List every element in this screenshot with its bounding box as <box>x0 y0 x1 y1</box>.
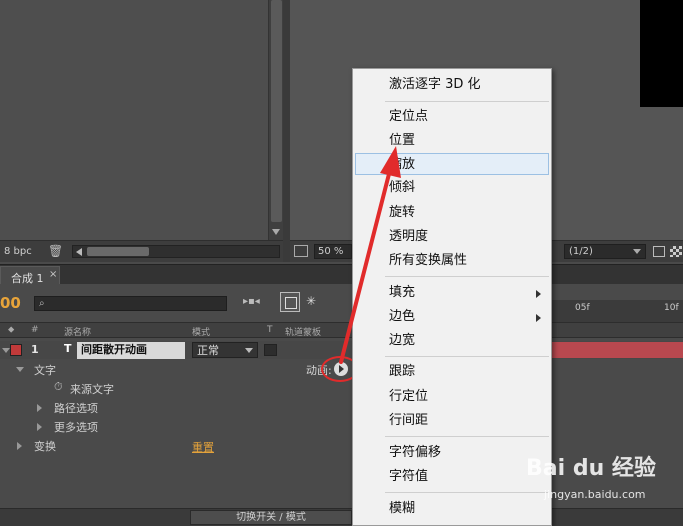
layer-search-input[interactable]: ⌕ <box>34 296 227 311</box>
time-ruler[interactable]: 05f 10f <box>548 300 683 322</box>
shy-layers-icon[interactable]: ✳ <box>306 294 316 308</box>
menu-item-rotation[interactable]: 旋转 <box>353 202 551 224</box>
project-horizontal-scrollbar[interactable] <box>72 245 280 258</box>
region-of-interest-icon[interactable] <box>294 245 308 257</box>
watermark-url: jingyan.baidu.com <box>544 488 646 501</box>
submenu-arrow-icon <box>536 314 541 322</box>
property-text[interactable]: 文字 <box>34 362 56 378</box>
chevron-down-icon <box>245 348 253 353</box>
fast-preview-icon[interactable] <box>653 246 665 257</box>
expand-text-icon[interactable] <box>16 367 24 372</box>
animate-context-menu: 激活逐字 3D 化 定位点 位置 缩放 倾斜 旋转 透明度 所有变换属性 填充 … <box>352 68 552 526</box>
scrollbar-thumb[interactable] <box>87 247 149 256</box>
menu-item-character-offset[interactable]: 字符偏移 <box>353 442 551 464</box>
toggle-switches-modes-button[interactable]: 切换开关 / 模式 <box>190 510 352 525</box>
menu-item-label: 边色 <box>389 309 416 324</box>
menu-separator <box>385 276 549 277</box>
menu-item-character-value[interactable]: 字符值 <box>353 466 551 488</box>
transparency-grid-icon[interactable] <box>670 246 682 257</box>
menu-item-tracking[interactable]: 跟踪 <box>353 361 551 383</box>
timeline-tab-bar: 合成 1 × <box>0 264 683 285</box>
scrollbar-thumb[interactable] <box>271 0 282 222</box>
chevron-down-icon <box>633 249 641 254</box>
menu-item-skew[interactable]: 倾斜 <box>353 177 551 199</box>
blend-mode-dropdown[interactable]: 正常 <box>192 342 258 358</box>
layer-label-color[interactable] <box>10 344 22 356</box>
menu-item-enable-3d[interactable]: 激活逐字 3D 化 <box>353 74 551 96</box>
submenu-arrow-icon <box>536 290 541 298</box>
menu-item-all-transform[interactable]: 所有变换属性 <box>353 250 551 272</box>
expand-transform-icon[interactable] <box>17 442 22 450</box>
property-path-options[interactable]: 路径选项 <box>54 400 98 416</box>
trash-icon[interactable]: 🗑 <box>48 244 63 258</box>
expand-path-options-icon[interactable] <box>37 404 42 412</box>
reset-link[interactable]: 重置 <box>192 439 214 455</box>
track-matte-toggle[interactable] <box>264 344 277 356</box>
layer-duration-bar[interactable] <box>548 342 683 358</box>
column-hash[interactable]: # <box>31 325 39 335</box>
menu-item-anchor-point[interactable]: 定位点 <box>353 106 551 128</box>
property-more-options[interactable]: 更多选项 <box>54 419 98 435</box>
menu-item-stroke-width[interactable]: 边宽 <box>353 330 551 352</box>
baidu-watermark: Bai du 经验 jingyan.baidu.com <box>526 450 676 506</box>
menu-item-blur[interactable]: 模糊 <box>353 498 551 520</box>
project-vertical-scrollbar[interactable] <box>268 0 283 240</box>
search-icon: ⌕ <box>39 298 45 309</box>
composition-canvas <box>640 0 683 107</box>
layer-name[interactable]: 间距散开动画 <box>77 342 185 359</box>
ruler-tick: 10f <box>664 303 679 313</box>
label-column-icon[interactable]: ⬥ <box>8 325 14 335</box>
stopwatch-icon[interactable]: ⏱ <box>54 380 63 394</box>
menu-separator <box>385 101 549 102</box>
expand-more-options-icon[interactable] <box>37 423 42 431</box>
layer-number: 1 <box>31 343 39 356</box>
menu-item-fill[interactable]: 填充 <box>353 282 551 304</box>
resolution-dropdown[interactable]: (1/2) <box>564 244 646 259</box>
project-panel <box>0 0 268 240</box>
resolution-value: (1/2) <box>569 246 593 257</box>
column-t[interactable]: T <box>267 325 273 335</box>
close-icon[interactable]: × <box>49 269 57 280</box>
menu-item-line-spacing[interactable]: 行间距 <box>353 410 551 432</box>
text-layer-icon: T <box>64 342 72 355</box>
column-source-name[interactable]: 源名称 <box>64 325 91 338</box>
blend-mode-value: 正常 <box>197 344 219 357</box>
panel-divider[interactable] <box>283 0 290 262</box>
watermark-logo-text: Bai du 经验 <box>526 456 656 481</box>
menu-item-stroke-color[interactable]: 边色 <box>353 306 551 328</box>
property-source-text[interactable]: 来源文字 <box>70 381 114 397</box>
property-transform[interactable]: 变换 <box>34 438 56 454</box>
tab-composition-1[interactable]: 合成 1 × <box>0 266 60 285</box>
menu-item-scale[interactable]: 缩放 <box>355 153 549 175</box>
draft-3d-icon[interactable] <box>280 292 300 312</box>
menu-item-line-anchor[interactable]: 行定位 <box>353 386 551 408</box>
menu-separator <box>385 356 549 357</box>
timeline-column-header: ⬥ # 源名称 模式 T 轨道蒙板 <box>0 322 683 338</box>
menu-separator <box>385 436 549 437</box>
scroll-down-arrow-icon[interactable] <box>272 229 280 235</box>
timeline-footer: 切换开关 / 模式 <box>0 508 683 526</box>
expand-layer-icon[interactable] <box>2 348 10 353</box>
menu-item-opacity[interactable]: 透明度 <box>353 226 551 248</box>
project-footer: 8 bpc 🗑 <box>0 240 283 262</box>
current-timecode[interactable]: 00 <box>0 294 21 312</box>
ruler-tick: 05f <box>575 303 590 313</box>
bit-depth-label[interactable]: 8 bpc <box>4 246 32 257</box>
zoom-dropdown[interactable]: 50 % <box>314 244 352 259</box>
column-mode[interactable]: 模式 <box>192 325 210 338</box>
menu-item-label: 填充 <box>389 285 416 300</box>
column-track-matte[interactable]: 轨道蒙板 <box>285 325 321 338</box>
comp-mini-flowchart-icon[interactable]: ▸▪◂ <box>243 296 265 312</box>
scroll-left-arrow-icon[interactable] <box>76 248 82 256</box>
menu-separator <box>385 492 549 493</box>
menu-item-position[interactable]: 位置 <box>353 130 551 152</box>
